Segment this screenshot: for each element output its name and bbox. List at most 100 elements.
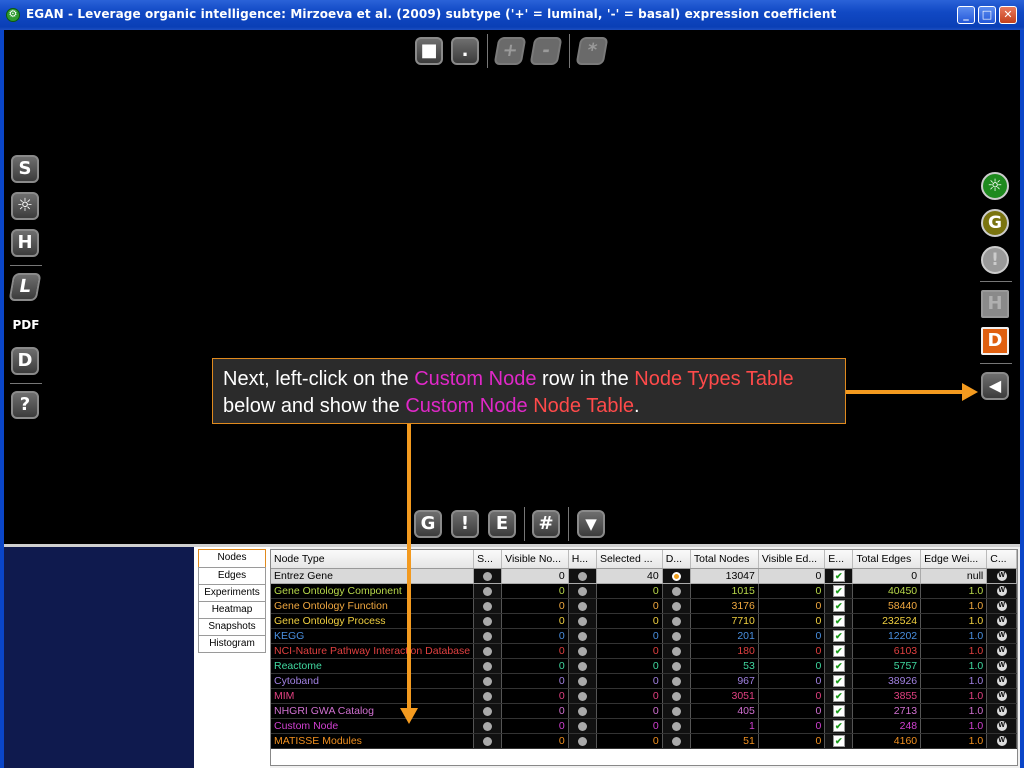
star-button[interactable]: *: [575, 37, 609, 65]
tab-edges[interactable]: Edges: [198, 567, 266, 585]
color-wheel-icon[interactable]: W: [996, 601, 1007, 612]
table-row[interactable]: MATISSE Modules 0 0 51 0 ✔ 4160 1.0 W: [271, 733, 1017, 749]
circle-toggle-icon[interactable]: [483, 661, 493, 671]
display-toggle-icon[interactable]: [662, 703, 691, 719]
color-picker-icon[interactable]: W: [986, 718, 1017, 734]
circle-toggle-icon[interactable]: [577, 601, 587, 611]
checkbox-checked-icon[interactable]: ✔: [832, 600, 845, 613]
checkbox-checked-icon[interactable]: ✔: [832, 615, 845, 628]
color-picker-icon[interactable]: W: [986, 733, 1017, 749]
display-toggle-icon[interactable]: [662, 613, 691, 629]
dot-button[interactable]: .: [451, 37, 479, 65]
circle-toggle-icon[interactable]: [671, 721, 681, 731]
circle-toggle-icon[interactable]: [671, 586, 681, 596]
table-row[interactable]: Gene Ontology Function 0 0 3176 0 ✔ 58440 1.0 W: [271, 598, 1017, 614]
circle-toggle-icon[interactable]: [671, 646, 681, 656]
checkbox-checked-icon[interactable]: ✔: [832, 705, 845, 718]
checkbox-checked-icon[interactable]: ✔: [832, 735, 845, 748]
circle-toggle-icon[interactable]: [577, 586, 587, 596]
checkbox-checked-icon[interactable]: ✔: [832, 645, 845, 658]
column-header[interactable]: E...: [824, 550, 854, 569]
edges-checkbox[interactable]: ✔: [824, 613, 854, 629]
circle-toggle-icon[interactable]: [671, 631, 681, 641]
checkbox-checked-icon[interactable]: ✔: [832, 630, 845, 643]
circle-toggle-icon[interactable]: [671, 706, 681, 716]
visibility-toggle-icon[interactable]: [473, 703, 503, 719]
hide-toggle-icon[interactable]: [568, 643, 597, 659]
display-toggle-icon[interactable]: [662, 673, 691, 689]
hide-toggle-icon[interactable]: [568, 628, 597, 644]
expand-down-button[interactable]: ▼: [577, 510, 605, 538]
color-picker-icon[interactable]: W: [986, 703, 1017, 719]
visibility-toggle-icon[interactable]: [473, 658, 503, 674]
zoom-out-button[interactable]: -: [529, 37, 563, 65]
g-button[interactable]: G: [414, 510, 442, 538]
h-button[interactable]: H: [11, 229, 39, 257]
edges-checkbox[interactable]: ✔: [824, 658, 854, 674]
tab-histogram[interactable]: Histogram: [198, 635, 266, 653]
column-header[interactable]: Total Edges: [852, 550, 922, 569]
edges-checkbox[interactable]: ✔: [824, 688, 854, 704]
circle-toggle-icon[interactable]: [483, 586, 493, 596]
checkbox-checked-icon[interactable]: ✔: [832, 675, 845, 688]
tab-heatmap[interactable]: Heatmap: [198, 601, 266, 619]
circle-toggle-icon[interactable]: [671, 691, 681, 701]
close-button[interactable]: ✕: [999, 6, 1017, 24]
visibility-toggle-icon[interactable]: [473, 733, 503, 749]
color-wheel-icon[interactable]: W: [996, 631, 1007, 642]
circle-toggle-icon[interactable]: [577, 736, 587, 746]
circle-toggle-icon[interactable]: [577, 721, 587, 731]
checkbox-checked-icon[interactable]: ✔: [832, 660, 845, 673]
circle-toggle-icon[interactable]: [671, 616, 681, 626]
display-toggle-icon[interactable]: [662, 598, 691, 614]
table-row[interactable]: NHGRI GWA Catalog 0 0 405 0 ✔ 2713 1.0 W: [271, 703, 1017, 719]
color-wheel-icon[interactable]: W: [996, 676, 1007, 687]
table-row[interactable]: Custom Node 0 0 1 0 ✔ 248 1.0 W: [271, 718, 1017, 734]
column-header[interactable]: C...: [986, 550, 1017, 569]
color-wheel-icon[interactable]: W: [996, 616, 1007, 627]
circle-toggle-icon[interactable]: [577, 571, 587, 581]
edges-checkbox[interactable]: ✔: [824, 598, 854, 614]
circle-toggle-icon[interactable]: [671, 601, 681, 611]
color-picker-icon[interactable]: W: [986, 583, 1017, 599]
visibility-toggle-icon[interactable]: [473, 673, 503, 689]
table-row[interactable]: MIM 0 0 3051 0 ✔ 3855 1.0 W: [271, 688, 1017, 704]
visibility-toggle-icon[interactable]: [473, 718, 503, 734]
collapse-panel-button[interactable]: ◀: [981, 372, 1009, 400]
hide-toggle-icon[interactable]: [568, 598, 597, 614]
edges-checkbox[interactable]: ✔: [824, 643, 854, 659]
color-wheel-icon[interactable]: W: [996, 721, 1007, 732]
visibility-toggle-icon[interactable]: [473, 628, 503, 644]
display-toggle-icon[interactable]: [662, 733, 691, 749]
circle-toggle-icon[interactable]: [483, 721, 493, 731]
alert-circle-button[interactable]: !: [981, 246, 1009, 274]
table-row[interactable]: Entrez Gene 0 40 13047 0 ✔ 0 null W: [271, 568, 1017, 584]
visibility-toggle-icon[interactable]: [473, 613, 503, 629]
maximize-button[interactable]: □: [978, 6, 996, 24]
column-header[interactable]: D...: [662, 550, 691, 569]
tab-nodes[interactable]: Nodes: [198, 549, 266, 567]
help-button[interactable]: ?: [11, 391, 39, 419]
color-wheel-icon[interactable]: W: [996, 571, 1007, 582]
pdf-button[interactable]: PDF: [8, 312, 44, 338]
tab-snapshots[interactable]: Snapshots: [198, 618, 266, 636]
visibility-toggle-icon[interactable]: [473, 688, 503, 704]
circle-toggle-icon[interactable]: [577, 631, 587, 641]
hide-toggle-icon[interactable]: [568, 703, 597, 719]
color-picker-icon[interactable]: W: [986, 658, 1017, 674]
column-header[interactable]: Edge Wei...: [920, 550, 988, 569]
color-picker-icon[interactable]: W: [986, 673, 1017, 689]
minimize-button[interactable]: _: [957, 6, 975, 24]
color-picker-icon[interactable]: W: [986, 598, 1017, 614]
table-row[interactable]: Cytoband 0 0 967 0 ✔ 38926 1.0 W: [271, 673, 1017, 689]
l-button[interactable]: L: [8, 273, 42, 301]
hide-toggle-icon[interactable]: [568, 688, 597, 704]
color-wheel-icon[interactable]: W: [996, 706, 1007, 717]
display-toggle-icon[interactable]: [662, 583, 691, 599]
edges-checkbox[interactable]: ✔: [824, 673, 854, 689]
checkbox-checked-icon[interactable]: ✔: [832, 720, 845, 733]
color-picker-icon[interactable]: W: [986, 628, 1017, 644]
visibility-toggle-icon[interactable]: [473, 583, 503, 599]
color-picker-icon[interactable]: W: [986, 568, 1017, 584]
d-button[interactable]: D: [11, 347, 39, 375]
